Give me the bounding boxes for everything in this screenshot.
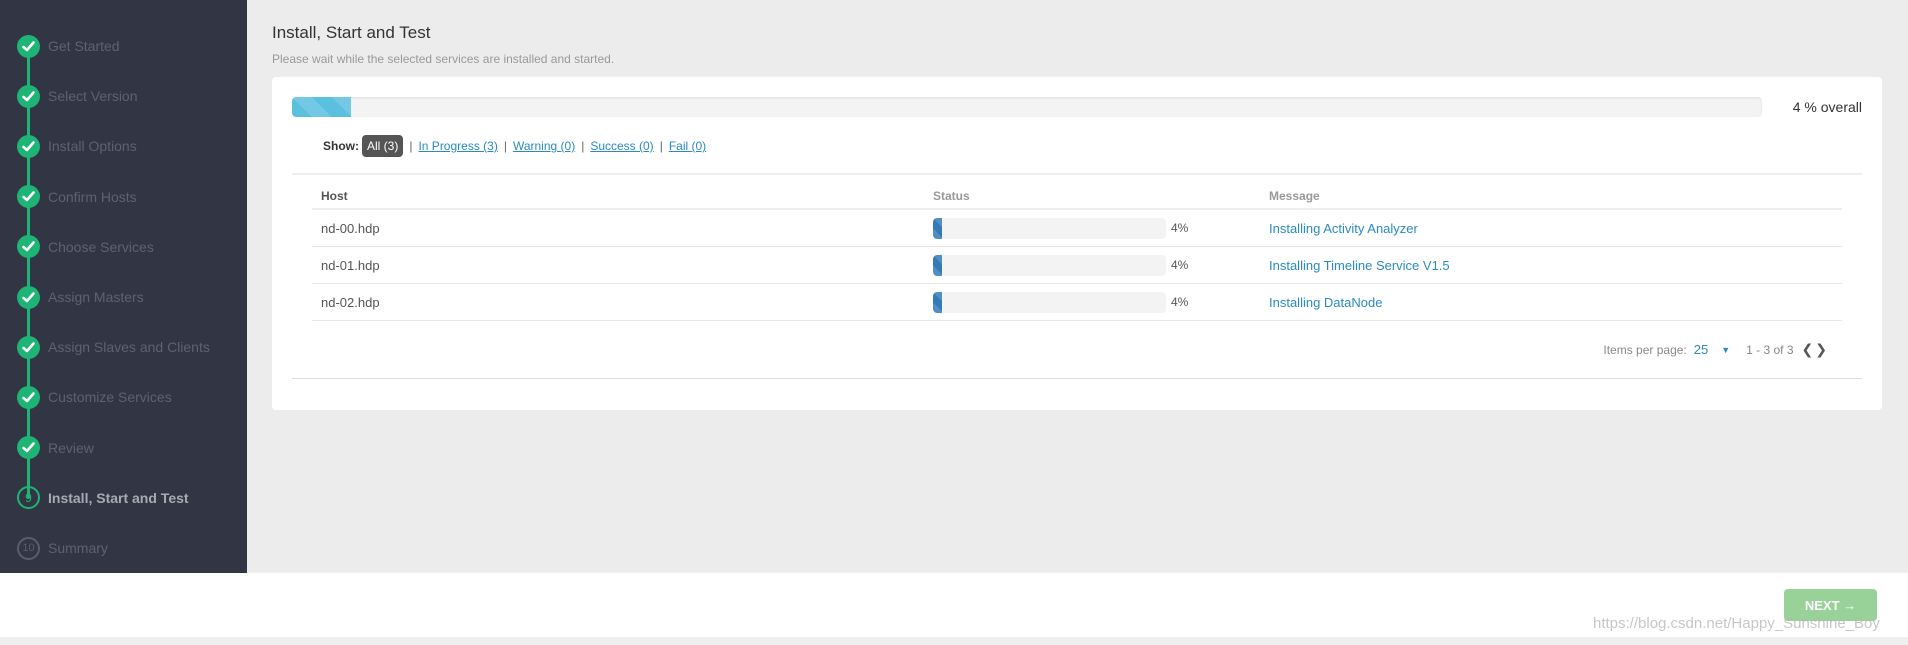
items-per-page-label: Items per page: xyxy=(1603,342,1687,357)
check-icon xyxy=(17,385,40,409)
wizard-step-assign-slaves-and-clients[interactable]: Assign Slaves and Clients xyxy=(17,335,210,359)
check-icon xyxy=(17,235,40,259)
host-status: 4% xyxy=(924,254,1260,276)
page-range: 1 - 3 of 3 xyxy=(1746,342,1794,357)
wizard-step-install-options[interactable]: Install Options xyxy=(17,134,137,158)
table-row: nd-00.hdp 4% Installing Activity Analyzer xyxy=(312,210,1842,247)
main-content: Install, Start and Test Please wait whil… xyxy=(247,0,1908,573)
host-name: nd-00.hdp xyxy=(321,220,380,236)
check-icon xyxy=(17,335,40,359)
wizard-step-select-version[interactable]: Select Version xyxy=(17,84,138,108)
wizard-step-label: Select Version xyxy=(48,88,138,105)
wizard-step-label: Review xyxy=(48,439,94,456)
page-title: Install, Start and Test xyxy=(272,23,431,42)
wizard-step-label: Summary xyxy=(48,540,108,556)
items-per-page-select[interactable]: 25 xyxy=(1694,342,1708,357)
step-connector xyxy=(27,46,30,498)
host-progress-bar xyxy=(933,254,1166,276)
filter-fail[interactable]: Fail (0) xyxy=(669,139,706,153)
wizard-step-label: Assign Slaves and Clients xyxy=(48,339,210,356)
page-subtitle: Please wait while the selected services … xyxy=(272,52,615,66)
wizard-step-label: Assign Masters xyxy=(48,289,144,305)
wizard-step-install-start-and-test: 9 Install, Start and Test xyxy=(17,486,189,510)
column-header-message[interactable]: Message xyxy=(1260,189,1842,203)
status-filter: Show: All (3) | In Progress (3) | Warnin… xyxy=(323,135,706,157)
filter-warning[interactable]: Warning (0) xyxy=(513,139,575,153)
check-icon xyxy=(17,84,40,108)
filter-separator: | xyxy=(659,139,663,153)
host-message-link[interactable]: Installing DataNode xyxy=(1269,295,1382,310)
filter-separator: | xyxy=(503,139,507,153)
wizard-step-label: Get Started xyxy=(48,38,120,54)
wizard-step-label: Install, Start and Test xyxy=(48,489,189,506)
wizard-step-get-started[interactable]: Get Started xyxy=(17,34,120,58)
table-header: Host Status Message xyxy=(312,184,1842,210)
wizard-step-review[interactable]: Review xyxy=(17,436,94,460)
check-icon xyxy=(17,436,40,460)
wizard-step-label: Confirm Hosts xyxy=(48,188,137,205)
wizard-step-choose-services[interactable]: Choose Services xyxy=(17,235,154,259)
filter-success[interactable]: Success (0) xyxy=(590,139,653,153)
host-progress-bar xyxy=(933,291,1166,313)
overall-progress-fill xyxy=(292,97,351,117)
chevron-left-icon[interactable]: ❮ xyxy=(1802,341,1814,358)
caret-down-icon[interactable]: ▼ xyxy=(1721,345,1730,355)
hosts-table: Host Status Message nd-00.hdp 4% Installin… xyxy=(312,184,1842,321)
check-icon xyxy=(17,285,40,309)
filter-separator: | xyxy=(409,139,413,153)
wizard-step-summary: 10 Summary xyxy=(17,536,108,560)
wizard-step-assign-masters[interactable]: Assign Masters xyxy=(17,285,144,309)
table-row: nd-01.hdp 4% Installing Timeline Service V… xyxy=(312,247,1842,284)
host-progress-label: 4% xyxy=(1171,221,1189,235)
wizard-step-label: Choose Services xyxy=(48,238,154,255)
host-progress-fill xyxy=(933,217,943,239)
bottom-strip xyxy=(0,637,1908,645)
check-icon xyxy=(17,134,40,158)
wizard-footer: NEXT → https://blog.csdn.net/Happy_Sunsh… xyxy=(0,573,1908,637)
watermark: https://blog.csdn.net/Happy_Sunshine_Boy xyxy=(1593,615,1880,632)
table-row: nd-02.hdp 4% Installing DataNode xyxy=(312,284,1842,321)
host-progress-fill xyxy=(933,254,943,276)
step-number-icon: 9 xyxy=(17,486,40,510)
chevron-right-icon[interactable]: ❯ xyxy=(1815,341,1827,358)
column-header-host[interactable]: Host xyxy=(312,189,924,203)
overall-progress-bar xyxy=(292,97,1762,117)
check-icon xyxy=(17,34,40,58)
filter-separator: | xyxy=(581,139,585,153)
filter-in-progress[interactable]: In Progress (3) xyxy=(418,139,497,153)
wizard-step-label: Customize Services xyxy=(48,389,172,406)
wizard-sidebar: Get Started Select Version Install Options… xyxy=(0,0,247,573)
filter-all[interactable]: All (3) xyxy=(362,135,404,157)
host-status: 4% xyxy=(924,217,1260,239)
column-header-status[interactable]: Status xyxy=(924,189,1260,203)
host-message-link[interactable]: Installing Timeline Service V1.5 xyxy=(1269,258,1450,273)
check-icon xyxy=(17,185,40,209)
wizard-step-customize-services[interactable]: Customize Services xyxy=(17,385,172,409)
divider xyxy=(292,173,1862,175)
divider xyxy=(292,378,1862,379)
host-progress-fill xyxy=(933,291,943,313)
install-panel: 4 % overall Show: All (3) | In Progress … xyxy=(272,77,1882,410)
host-name: nd-02.hdp xyxy=(321,294,380,310)
step-number-icon: 10 xyxy=(17,536,40,560)
wizard-step-confirm-hosts[interactable]: Confirm Hosts xyxy=(17,185,137,209)
host-status: 4% xyxy=(924,291,1260,313)
host-name: nd-01.hdp xyxy=(321,257,380,273)
pagination: Items per page: 25 ▼ 1 - 3 of 3 ❮ ❯ xyxy=(1603,341,1827,358)
host-message-link[interactable]: Installing Activity Analyzer xyxy=(1269,221,1418,236)
host-progress-bar xyxy=(933,217,1166,239)
wizard-step-label: Install Options xyxy=(48,138,137,155)
overall-progress-label: 4 % overall xyxy=(1792,99,1862,115)
show-label: Show: xyxy=(323,139,359,153)
host-progress-label: 4% xyxy=(1171,258,1189,272)
host-progress-label: 4% xyxy=(1171,295,1189,309)
